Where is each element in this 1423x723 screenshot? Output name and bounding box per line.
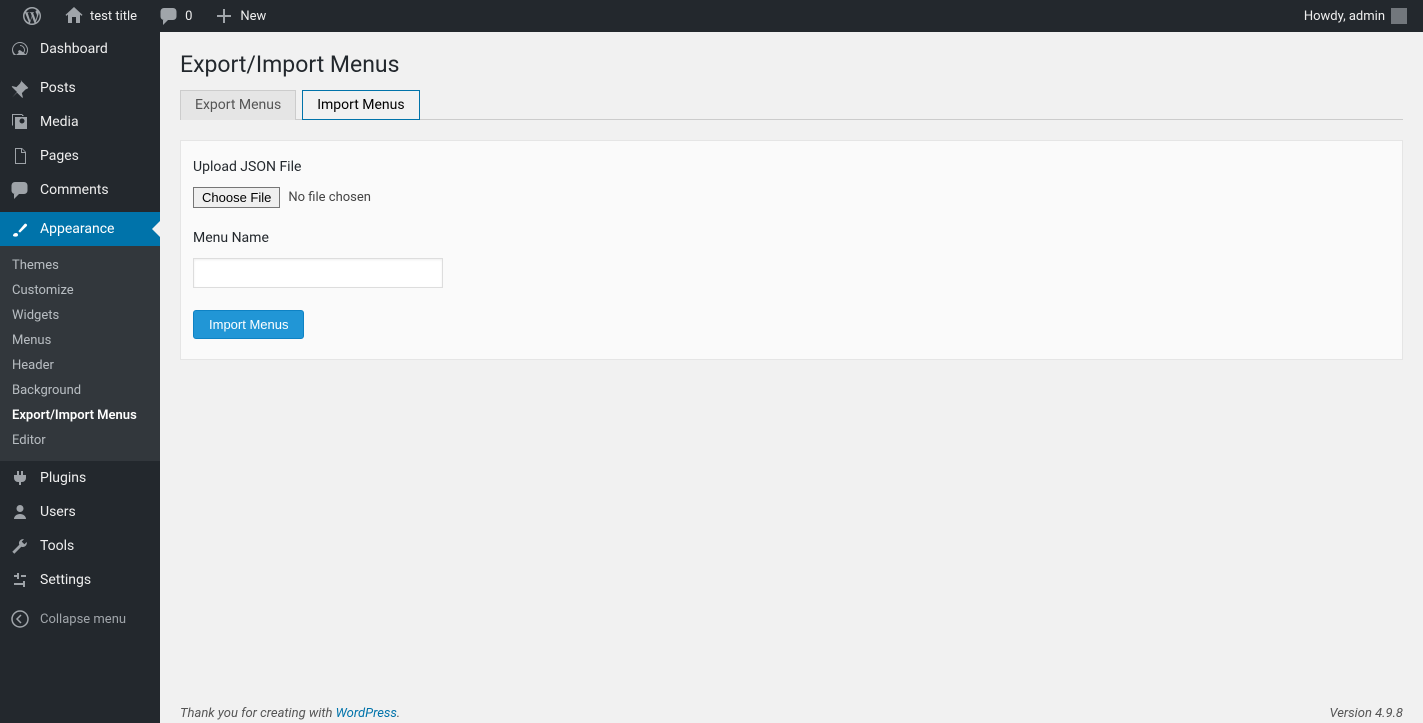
- content-area: Export/Import Menus Export Menus Import …: [160, 32, 1423, 723]
- site-link[interactable]: test title: [50, 0, 145, 32]
- sidebar-label: Posts: [40, 80, 76, 96]
- menu-name-label: Menu Name: [193, 230, 1390, 246]
- sidebar-label: Dashboard: [40, 41, 108, 57]
- tab-export-menus[interactable]: Export Menus: [180, 90, 296, 120]
- sidebar-item-settings[interactable]: Settings: [0, 563, 160, 597]
- howdy-text: Howdy, admin: [1304, 9, 1385, 24]
- sidebar-item-appearance[interactable]: Appearance: [0, 212, 160, 246]
- comment-icon: [10, 180, 30, 200]
- wrench-icon: [10, 536, 30, 556]
- sub-editor[interactable]: Editor: [0, 428, 160, 453]
- new-content-link[interactable]: New: [200, 0, 274, 32]
- sidebar-item-users[interactable]: Users: [0, 495, 160, 529]
- sidebar-item-pages[interactable]: Pages: [0, 139, 160, 173]
- tab-row: Export Menus Import Menus: [180, 90, 1403, 120]
- pin-icon: [10, 78, 30, 98]
- comments-count: 0: [185, 9, 192, 24]
- appearance-submenu: Themes Customize Widgets Menus Header Ba…: [0, 246, 160, 461]
- footer: Thank you for creating with WordPress. V…: [180, 700, 1403, 723]
- sub-background[interactable]: Background: [0, 378, 160, 403]
- sidebar-label: Users: [40, 504, 76, 520]
- sub-customize[interactable]: Customize: [0, 278, 160, 303]
- wordpress-logo-icon: [22, 6, 42, 26]
- sidebar-item-dashboard[interactable]: Dashboard: [0, 32, 160, 66]
- comments-link[interactable]: 0: [145, 0, 200, 32]
- footer-thanks-prefix: Thank you for creating with: [180, 706, 336, 721]
- site-title: test title: [90, 9, 137, 24]
- sliders-icon: [10, 570, 30, 590]
- choose-file-button[interactable]: Choose File: [193, 187, 280, 208]
- brush-icon: [10, 219, 30, 239]
- sidebar-item-comments[interactable]: Comments: [0, 173, 160, 207]
- avatar: [1391, 8, 1407, 24]
- sidebar-item-media[interactable]: Media: [0, 105, 160, 139]
- footer-thanks-suffix: .: [397, 706, 400, 721]
- plus-icon: [214, 6, 234, 26]
- sidebar-label: Comments: [40, 182, 109, 198]
- import-menus-button[interactable]: Import Menus: [193, 310, 304, 339]
- import-panel: Upload JSON File Choose File No file cho…: [180, 140, 1403, 360]
- collapse-menu[interactable]: Collapse menu: [0, 602, 160, 636]
- sidebar-label: Appearance: [40, 221, 114, 237]
- sidebar-label: Settings: [40, 572, 91, 588]
- sidebar-item-tools[interactable]: Tools: [0, 529, 160, 563]
- sidebar-item-posts[interactable]: Posts: [0, 71, 160, 105]
- sub-export-import-menus[interactable]: Export/Import Menus: [0, 403, 160, 428]
- sub-menus[interactable]: Menus: [0, 328, 160, 353]
- my-account[interactable]: Howdy, admin: [1290, 0, 1415, 32]
- plug-icon: [10, 468, 30, 488]
- new-label: New: [240, 9, 266, 24]
- footer-wp-link[interactable]: WordPress: [336, 706, 397, 721]
- sub-themes[interactable]: Themes: [0, 253, 160, 278]
- file-input-row: Choose File No file chosen: [193, 187, 1390, 208]
- footer-version: Version 4.9.8: [1329, 706, 1403, 721]
- admin-sidebar: Dashboard Posts Media Pages Comments App…: [0, 32, 160, 723]
- sidebar-label: Tools: [40, 538, 74, 554]
- media-icon: [10, 112, 30, 132]
- collapse-icon: [10, 609, 30, 629]
- tab-import-menus[interactable]: Import Menus: [302, 90, 419, 120]
- page-icon: [10, 146, 30, 166]
- home-icon: [64, 6, 84, 26]
- sidebar-item-plugins[interactable]: Plugins: [0, 461, 160, 495]
- admin-bar: test title 0 New Howdy, admin: [0, 0, 1423, 32]
- wp-logo-menu[interactable]: [8, 0, 50, 32]
- user-icon: [10, 502, 30, 522]
- dashboard-icon: [10, 39, 30, 59]
- upload-json-label: Upload JSON File: [193, 159, 1390, 175]
- page-title: Export/Import Menus: [180, 42, 1403, 90]
- collapse-label: Collapse menu: [40, 612, 126, 627]
- sidebar-label: Pages: [40, 148, 79, 164]
- sub-widgets[interactable]: Widgets: [0, 303, 160, 328]
- sidebar-label: Plugins: [40, 470, 86, 486]
- file-status-text: No file chosen: [288, 190, 371, 205]
- comment-icon: [159, 6, 179, 26]
- sub-header[interactable]: Header: [0, 353, 160, 378]
- sidebar-label: Media: [40, 114, 79, 130]
- menu-name-input[interactable]: [193, 258, 443, 288]
